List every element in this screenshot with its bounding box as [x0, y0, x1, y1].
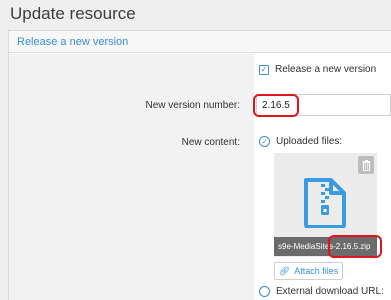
panel-header: Release a new version: [9, 31, 391, 53]
highlight-ring-version: [253, 94, 299, 117]
trash-icon[interactable]: [358, 156, 374, 174]
external-url-option[interactable]: External download URL:: [259, 286, 384, 297]
highlight-ring-filename: [328, 235, 382, 258]
radio-check-icon[interactable]: ✓: [259, 136, 270, 147]
release-checkbox-row[interactable]: ✓ Release a new version: [259, 64, 376, 75]
attach-files-button[interactable]: 🔗︎ Attach files: [274, 262, 343, 280]
check-icon[interactable]: ✓: [259, 64, 269, 75]
release-checkbox-label: Release a new version: [275, 64, 377, 75]
page-title: Update resource: [10, 4, 136, 23]
panel-header-label: Release a new version: [17, 36, 129, 48]
paperclip-icon: 🔗︎: [278, 265, 291, 276]
uploaded-files-option[interactable]: ✓ Uploaded files:: [259, 136, 342, 147]
version-label: New version number:: [145, 100, 240, 111]
content-label: New content:: [181, 137, 240, 148]
attach-files-label: Attach files: [294, 266, 339, 276]
label-column: [9, 54, 254, 300]
zip-file-icon: [304, 178, 346, 228]
radio-empty-icon[interactable]: [259, 286, 270, 297]
external-url-label: External download URL:: [276, 286, 384, 297]
uploaded-files-label: Uploaded files:: [276, 136, 343, 147]
